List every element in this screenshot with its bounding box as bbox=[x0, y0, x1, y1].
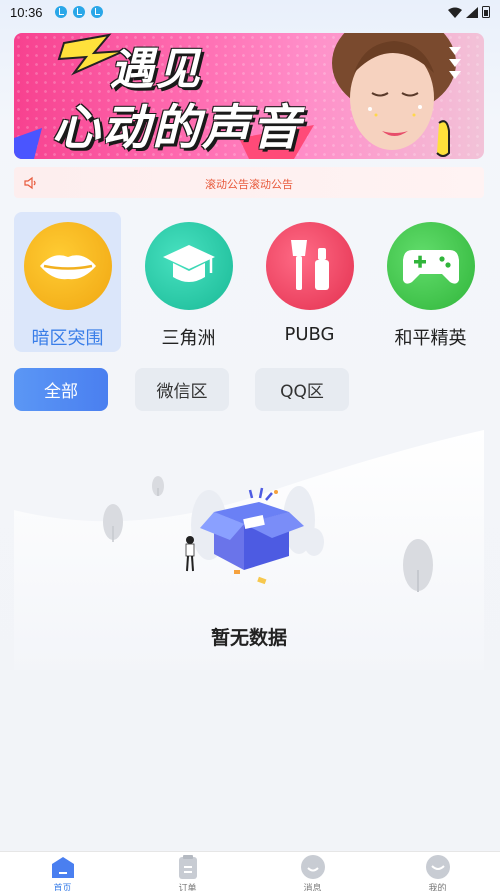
empty-box-illustration bbox=[14, 430, 484, 670]
profile-icon bbox=[425, 855, 450, 879]
bottom-tab-bar: 首页 订单 消息 我的 bbox=[0, 851, 500, 891]
download-icon bbox=[72, 6, 85, 18]
gamepad-icon bbox=[386, 222, 475, 310]
empty-state-text: 暂无数据 bbox=[210, 627, 287, 649]
category-item-1[interactable]: 三角洲 bbox=[135, 212, 242, 352]
battery-icon bbox=[482, 6, 490, 18]
category-label: 暗区突围 bbox=[31, 328, 104, 349]
home-icon bbox=[51, 857, 74, 878]
tab-wechat[interactable]: 微信区 bbox=[135, 368, 229, 411]
announcement-bar[interactable]: 滚动公告滚动公告 bbox=[14, 167, 484, 198]
tabbar-label: 消息 bbox=[303, 884, 322, 891]
banner-title-line2: 心动的声音 bbox=[52, 100, 303, 156]
banner-title: 遇见 心动的声音 bbox=[52, 41, 332, 157]
category-item-0[interactable]: 暗区突围 bbox=[14, 212, 121, 352]
chevron-down-icon bbox=[449, 47, 461, 79]
message-icon bbox=[300, 855, 325, 879]
empty-state: 暂无数据 bbox=[14, 430, 484, 700]
filter-tabs: 全部 微信区 QQ区 bbox=[14, 368, 484, 411]
tab-all[interactable]: 全部 bbox=[14, 368, 108, 411]
category-item-2[interactable]: PUBG bbox=[256, 212, 363, 352]
graduation-cap-icon bbox=[144, 222, 233, 310]
lips-icon bbox=[23, 222, 112, 310]
status-time: 10:36 bbox=[10, 4, 43, 20]
tabbar-item-profile[interactable]: 我的 bbox=[375, 852, 500, 891]
banner-model-image bbox=[332, 33, 456, 150]
promo-banner[interactable]: 遇见 心动的声音 bbox=[14, 33, 484, 159]
wifi-icon bbox=[448, 7, 462, 18]
download-icon bbox=[54, 6, 67, 18]
order-icon bbox=[178, 855, 197, 879]
announcement-text: 滚动公告滚动公告 bbox=[205, 178, 293, 191]
tabbar-item-home[interactable]: 首页 bbox=[0, 852, 125, 891]
banner-title-line1: 遇见 bbox=[110, 44, 202, 95]
status-bar: 10:36 bbox=[0, 0, 500, 24]
tabbar-label: 我的 bbox=[428, 884, 447, 891]
tabbar-label: 订单 bbox=[178, 884, 197, 891]
category-label: 三角洲 bbox=[161, 328, 216, 349]
category-label: 和平精英 bbox=[394, 328, 467, 349]
tab-qq[interactable]: QQ区 bbox=[255, 368, 349, 411]
tabbar-item-messages[interactable]: 消息 bbox=[250, 852, 375, 891]
category-item-3[interactable]: 和平精英 bbox=[377, 212, 484, 352]
tabbar-label: 首页 bbox=[53, 884, 72, 891]
cosmetics-icon bbox=[265, 222, 354, 310]
category-label: PUBG bbox=[284, 324, 335, 345]
download-icon bbox=[90, 6, 103, 18]
signal-icon bbox=[466, 6, 478, 18]
game-category-grid: 暗区突围 三角洲 PUBG 和平精英 bbox=[14, 212, 484, 354]
tabbar-item-orders[interactable]: 订单 bbox=[125, 852, 250, 891]
